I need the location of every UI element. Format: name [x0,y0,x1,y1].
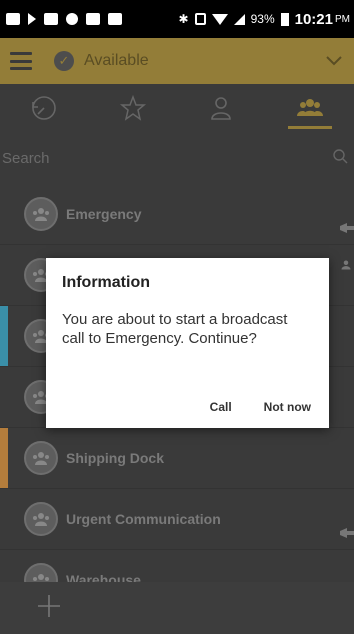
group-icon [296,99,323,116]
person-icon [211,97,232,120]
chevron-down-icon[interactable] [326,56,342,66]
dialog-message: You are about to start a broadcast call … [62,311,288,347]
check-icon: ✓ [54,51,74,71]
battery-icon [280,12,289,26]
status-bar: ✱ 93% 10:21 PM [0,0,354,38]
wifi-icon [211,13,228,25]
group-avatar-icon [24,197,58,231]
megaphone-icon [340,528,354,538]
list-item-label: Shipping Dock [66,450,164,466]
signal-icon [233,13,245,25]
share-icon [66,13,78,25]
list-item-label: Emergency [66,206,142,222]
presence-status-label[interactable]: Available [84,52,149,70]
not-now-button[interactable]: Not now [264,400,311,414]
clock: 10:21 [294,10,333,28]
add-icon[interactable] [36,593,62,624]
tab-bar [0,84,354,132]
tab-recent[interactable] [0,84,89,132]
system-status: ✱ 93% 10:21 PM [179,11,350,28]
image-icon [108,13,122,25]
group-avatar-icon [24,563,58,582]
notification-icons [6,13,122,25]
play-icon [28,13,36,25]
information-dialog: Information You are about to start a bro… [46,258,329,428]
search-input[interactable] [2,149,332,167]
gallery-icon [44,13,58,25]
tab-groups[interactable] [266,84,354,132]
dialog-actions: Call Not now [210,400,311,414]
list-item-accent [0,428,8,488]
tab-favorites[interactable] [89,84,178,132]
news-icon [86,13,100,25]
bluetooth-icon: ✱ [178,12,189,26]
star-icon [119,94,146,121]
call-button[interactable]: Call [210,400,232,414]
list-item-label: Urgent Communication [66,511,221,527]
person-icon [341,260,351,270]
group-avatar-icon [24,502,58,536]
battery-percent: 93% [250,12,275,26]
list-item[interactable]: Emergency [0,184,354,245]
clock-ampm: PM [335,13,350,25]
search-bar [0,140,354,176]
list-item[interactable]: Warehouse [0,550,354,582]
search-icon[interactable] [332,148,348,169]
tab-contacts[interactable] [177,84,266,132]
dialog-title: Information [62,274,150,291]
list-item[interactable]: Urgent Communication [0,489,354,550]
message-icon [6,13,20,25]
app-toolbar: ✓ Available [0,38,354,84]
nfc-icon [194,13,206,25]
list-item-accent [0,306,8,366]
history-icon [32,96,57,120]
list-item-label: Warehouse [66,572,141,582]
group-avatar-icon [24,441,58,475]
bottom-bar [0,582,354,634]
menu-icon[interactable] [10,52,32,70]
megaphone-icon [340,223,354,233]
list-item[interactable]: Shipping Dock [0,428,354,489]
